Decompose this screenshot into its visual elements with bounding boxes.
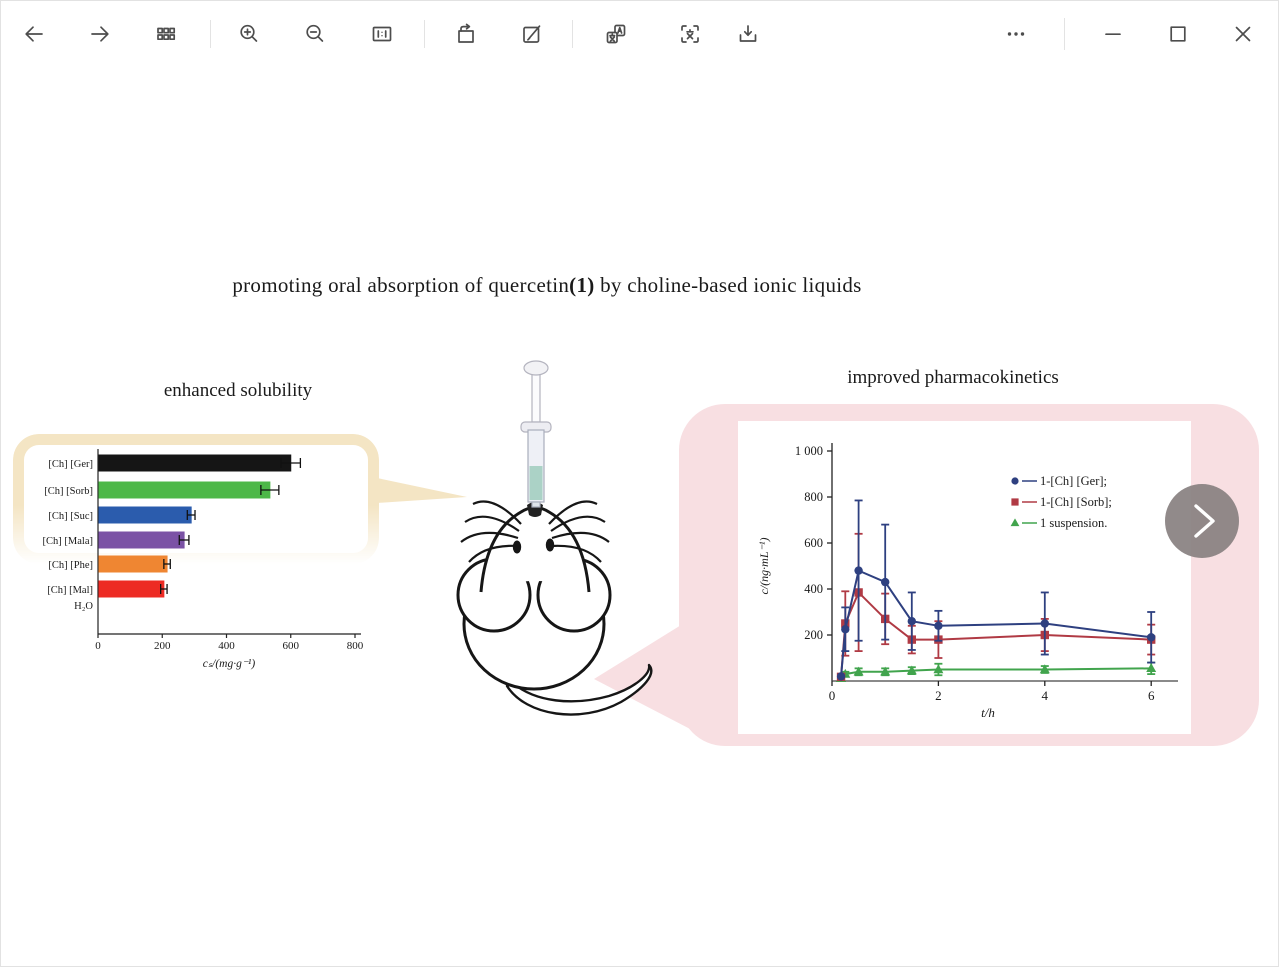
svg-text:800: 800 <box>347 640 364 652</box>
pharmacokinetics-line-chart: 200 400 600 800 1 000 0 2 4 6 t/h c/(ng·mL⁻¹) 1-[Ch… <box>738 421 1191 734</box>
actual-size-button[interactable] <box>364 16 400 52</box>
actual-size-icon <box>370 22 394 46</box>
mouse-body-group <box>458 502 651 715</box>
mouse-illustration <box>431 356 701 751</box>
toolbar-separator <box>1064 18 1065 50</box>
translate-icon <box>604 22 628 46</box>
svg-text:[Ch] [Ger]: [Ch] [Ger] <box>48 459 93 470</box>
svg-text:H₂O: H₂O <box>74 601 93 612</box>
minimize-button[interactable] <box>1095 16 1131 52</box>
more-button[interactable] <box>998 16 1034 52</box>
forward-arrow-icon <box>88 22 112 46</box>
svg-text:6: 6 <box>1148 688 1155 703</box>
svg-text:4: 4 <box>1042 688 1049 703</box>
svg-text:400: 400 <box>218 640 235 652</box>
toolbar <box>1 1 1278 67</box>
close-button[interactable] <box>1225 16 1261 52</box>
svg-text:1 000: 1 000 <box>795 444 823 458</box>
maximize-icon <box>1166 22 1190 46</box>
close-icon <box>1231 22 1255 46</box>
solubility-heading: enhanced solubility <box>88 380 388 402</box>
svg-text:1-[Ch] [Sorb];: 1-[Ch] [Sorb]; <box>1040 495 1112 509</box>
svg-text:1 suspension.: 1 suspension. <box>1040 516 1107 530</box>
rotate-button[interactable] <box>448 16 484 52</box>
svg-text:600: 600 <box>283 640 300 652</box>
figure-title-post: by choline-based ionic liquids <box>595 273 862 297</box>
back-button[interactable] <box>16 16 52 52</box>
save-button[interactable] <box>730 16 766 52</box>
svg-text:200: 200 <box>154 640 171 652</box>
svg-text:800: 800 <box>804 490 823 504</box>
back-arrow-icon <box>22 22 46 46</box>
zoom-in-button[interactable] <box>231 16 267 52</box>
toolbar-separator <box>210 20 211 48</box>
svg-text:600: 600 <box>804 536 823 550</box>
svg-text:0: 0 <box>95 640 101 652</box>
maximize-button[interactable] <box>1160 16 1196 52</box>
svg-text:400: 400 <box>804 582 823 596</box>
text-recognition-icon <box>678 22 702 46</box>
svg-text:200: 200 <box>804 628 823 642</box>
forward-button[interactable] <box>82 16 118 52</box>
svg-text:1-[Ch] [Ger];: 1-[Ch] [Ger]; <box>1040 474 1107 488</box>
svg-text:[Ch] [Sorb]: [Ch] [Sorb] <box>44 486 93 497</box>
syringe-icon <box>521 361 551 507</box>
download-icon <box>736 22 760 46</box>
figure-title-pre: promoting oral absorption of quercetin <box>232 273 569 297</box>
ocr-button[interactable] <box>672 16 708 52</box>
more-dots-icon <box>1004 22 1028 46</box>
svg-text:c/(ng·mL⁻¹): c/(ng·mL⁻¹) <box>757 538 771 595</box>
translate-button[interactable] <box>598 16 634 52</box>
svg-text:[Ch] [Suc]: [Ch] [Suc] <box>48 511 93 522</box>
thumbnails-button[interactable] <box>148 16 184 52</box>
figure-title-compound-number: (1) <box>569 273 594 297</box>
svg-text:2: 2 <box>935 688 942 703</box>
mouse-eye-left <box>513 541 521 554</box>
zoom-out-button[interactable] <box>297 16 333 52</box>
zoom-in-icon <box>237 22 261 46</box>
svg-text:[Ch] [Mal]: [Ch] [Mal] <box>47 585 93 596</box>
svg-text:t/h: t/h <box>981 705 995 720</box>
zoom-out-icon <box>303 22 327 46</box>
edit-pen-icon <box>520 22 544 46</box>
pharmacokinetics-heading: improved pharmacokinetics <box>803 367 1103 389</box>
rotate-icon <box>454 22 478 46</box>
svg-text:[Ch] [Mala]: [Ch] [Mala] <box>43 536 93 547</box>
svg-text:0: 0 <box>829 688 836 703</box>
edit-button[interactable] <box>514 16 550 52</box>
toolbar-separator <box>572 20 573 48</box>
mouse-eye-right <box>546 539 554 552</box>
next-page-button[interactable] <box>1165 484 1239 558</box>
thumbnails-grid-icon <box>154 22 178 46</box>
app-window: promoting oral absorption of quercetin(1… <box>0 0 1279 967</box>
solubility-bar-chart: 0 200 400 600 800 cₛ/(mg·g⁻¹) [Ch] [Ger] [Ch] [… <box>16 441 446 691</box>
chevron-right-icon <box>1165 484 1239 558</box>
minimize-icon <box>1101 22 1125 46</box>
svg-text:cₛ/(mg·g⁻¹): cₛ/(mg·g⁻¹) <box>203 658 256 670</box>
toolbar-separator <box>424 20 425 48</box>
figure-title: promoting oral absorption of quercetin(1… <box>147 273 947 298</box>
svg-text:[Ch] [Phe]: [Ch] [Phe] <box>48 560 93 571</box>
